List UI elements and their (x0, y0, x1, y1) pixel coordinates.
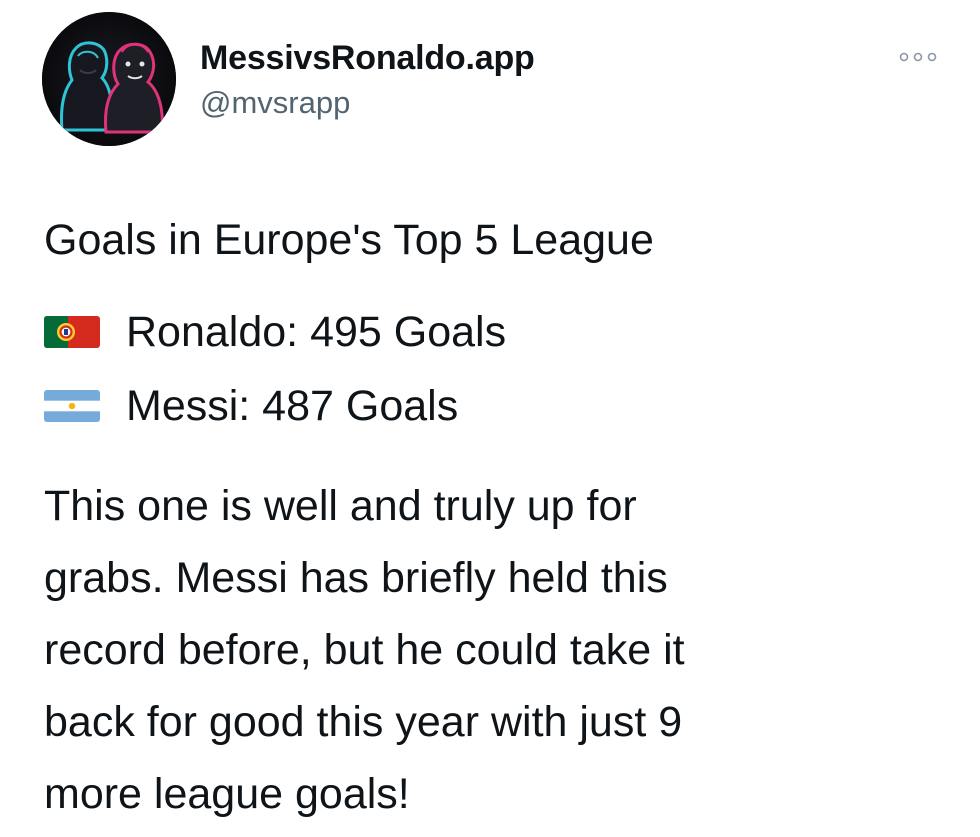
messi-ronaldo-illustration-avatar-icon (42, 12, 176, 146)
tweet-body-line: back for good this year with just 9 (44, 698, 683, 746)
author-info: MessivsRonaldo.app @mvsrapp (200, 38, 535, 122)
portugal-flag-icon (44, 314, 100, 350)
tweet-body-line: more league goals! (44, 770, 410, 818)
tweet-body-line: grabs. Messi has briefly held this (44, 554, 668, 602)
tweet-card: MessivsRonaldo.app @mvsrapp Goals in Eur… (0, 0, 980, 837)
tweet-headline: Goals in Europe's Top 5 League (44, 216, 654, 264)
avatar[interactable] (42, 12, 176, 146)
messi-goals-text: Messi: 487 Goals (126, 381, 459, 430)
more-options-icon (899, 52, 937, 62)
stat-row-messi: Messi: 487 Goals (44, 379, 458, 433)
ronaldo-goals-text: Ronaldo: 495 Goals (126, 307, 507, 356)
author-display-name[interactable]: MessivsRonaldo.app (200, 38, 535, 78)
argentina-flag-icon (44, 388, 100, 424)
more-options-button[interactable] (894, 42, 942, 72)
tweet-body: This one is well and truly up for grabs.… (44, 470, 944, 830)
author-handle[interactable]: @mvsrapp (200, 84, 535, 122)
tweet-body-line: record before, but he could take it (44, 626, 685, 674)
stat-row-ronaldo: Ronaldo: 495 Goals (44, 305, 506, 359)
tweet-body-line: This one is well and truly up for (44, 482, 637, 530)
